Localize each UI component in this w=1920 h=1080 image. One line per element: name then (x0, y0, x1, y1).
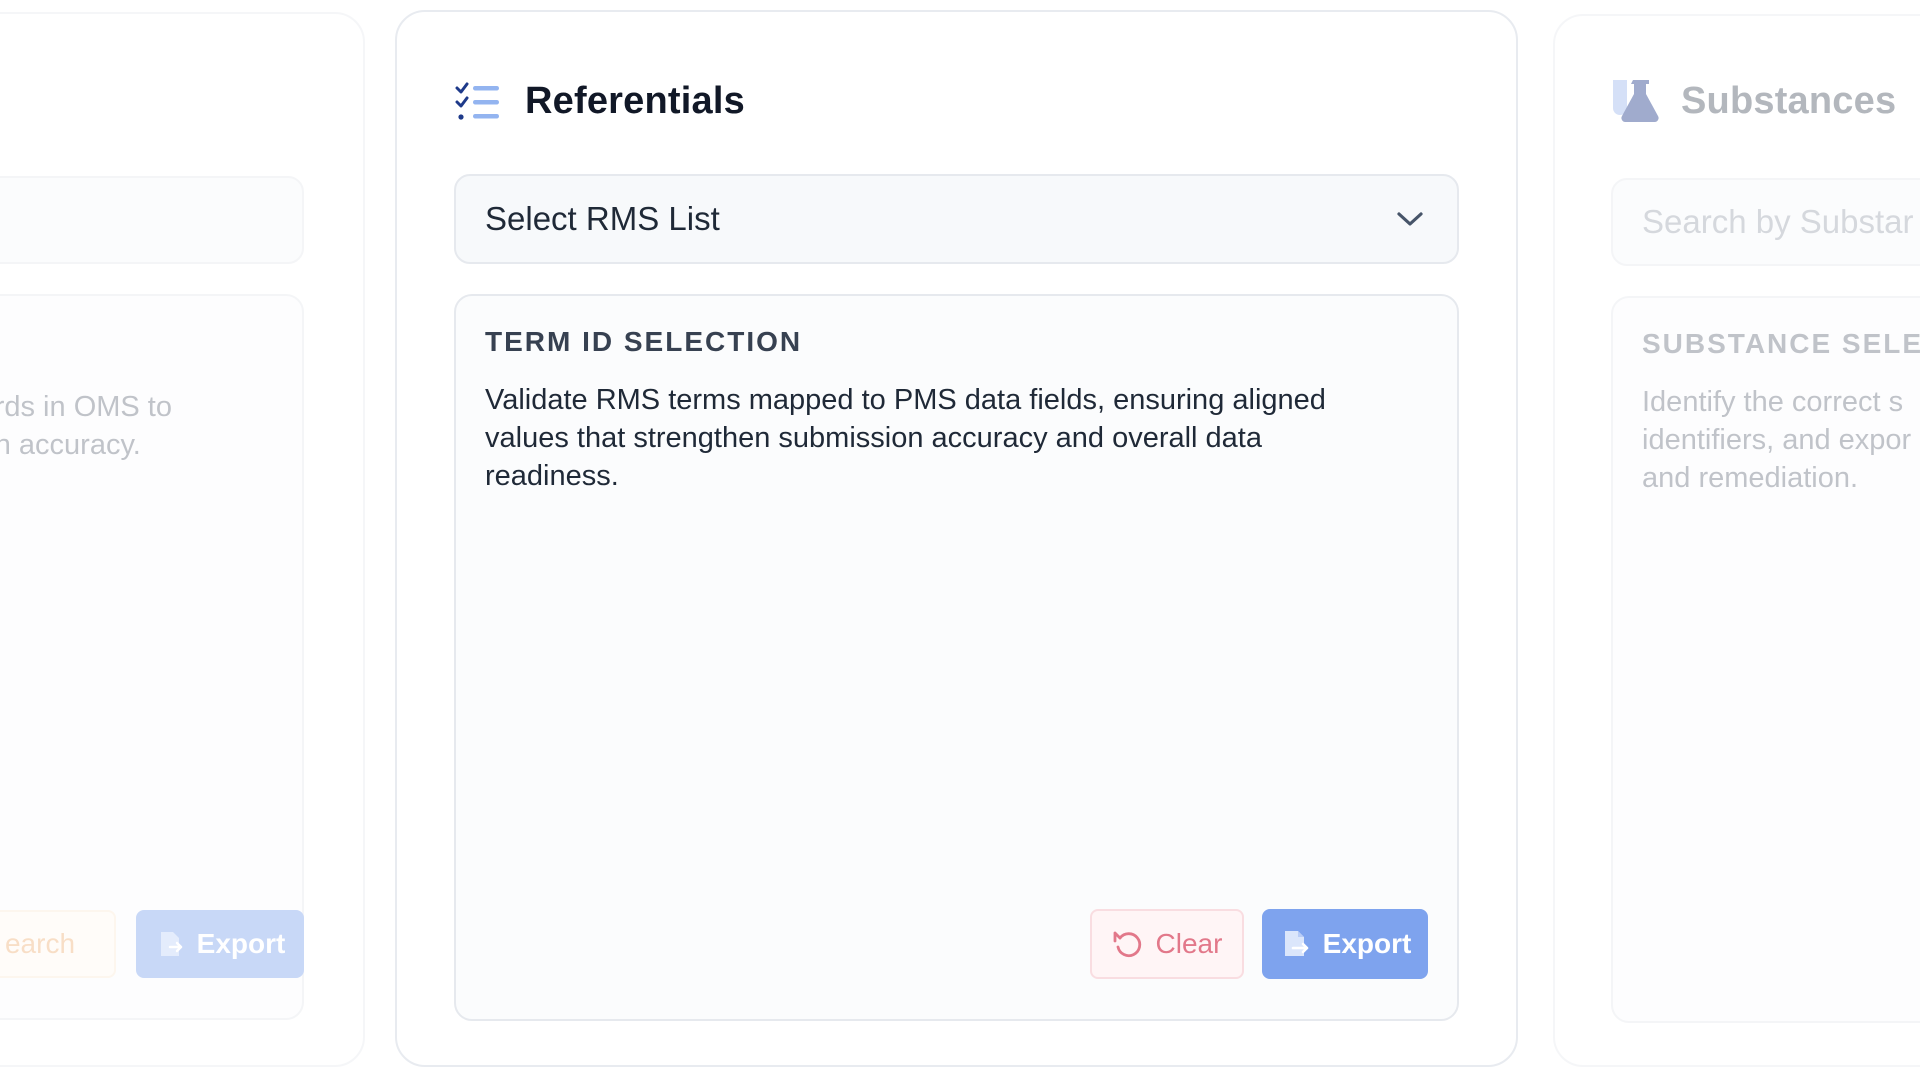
flask-icon (1611, 78, 1661, 124)
substances-title: Substances (1681, 79, 1897, 122)
export-button-label: Export (1322, 928, 1412, 959)
left-export-button[interactable]: Export (136, 910, 304, 978)
left-description-line-2: n accuracy. (0, 429, 141, 461)
referentials-card: Referentials Select RMS List TERM ID SEL… (395, 10, 1518, 1067)
term-id-selection-heading: TERM ID SELECTION (485, 326, 803, 357)
rms-list-select-value: Select RMS List (485, 200, 720, 237)
substances-header: Substances (1611, 78, 1896, 124)
left-search-input[interactable] (0, 176, 304, 264)
undo-icon (1112, 928, 1144, 960)
substance-selection-description: Identify the correct s identifiers, and … (1642, 383, 1920, 497)
left-description-line-1: rds in OMS to (0, 391, 172, 423)
clear-button-label: Clear (1155, 928, 1223, 959)
file-export-icon (155, 929, 185, 959)
substance-selection-panel: SUBSTANCE SELEC Identify the correct s i… (1611, 296, 1920, 1023)
substance-search-placeholder: Search by Substar (1642, 203, 1914, 240)
file-export-icon (1279, 928, 1311, 960)
term-id-selection-panel: TERM ID SELECTION Validate RMS terms map… (454, 294, 1459, 1021)
left-info-panel: rds in OMS to n accuracy. earch Export (0, 294, 304, 1020)
term-id-selection-description: Validate RMS terms mapped to PMS data fi… (485, 384, 1326, 492)
substance-description-line-1: Identify the correct s (1642, 386, 1904, 418)
checklist-icon (455, 82, 501, 122)
clear-button[interactable]: Clear (1090, 909, 1244, 979)
substance-selection-heading: SUBSTANCE SELEC (1642, 328, 1920, 359)
referentials-header: Referentials (455, 80, 745, 123)
export-button[interactable]: Export (1262, 909, 1428, 979)
search-button-label: earch (4, 928, 76, 959)
substances-card: Substances Search by Substar SUBSTANCE S… (1553, 14, 1920, 1067)
rms-list-select[interactable]: Select RMS List (454, 174, 1459, 264)
substance-description-line-2: identifiers, and expor (1642, 424, 1912, 456)
left-module-card: rds in OMS to n accuracy. earch Export (0, 12, 365, 1067)
referentials-title: Referentials (525, 80, 745, 122)
left-export-label: Export (196, 928, 286, 959)
substance-description-line-3: and remediation. (1642, 462, 1859, 494)
search-button[interactable]: earch (0, 910, 116, 978)
left-panel-description: rds in OMS to n accuracy. (0, 388, 172, 464)
chevron-down-icon[interactable] (1395, 207, 1425, 231)
substance-search-input[interactable]: Search by Substar (1611, 178, 1920, 266)
workspace: rds in OMS to n accuracy. earch Export R… (0, 0, 1920, 1080)
